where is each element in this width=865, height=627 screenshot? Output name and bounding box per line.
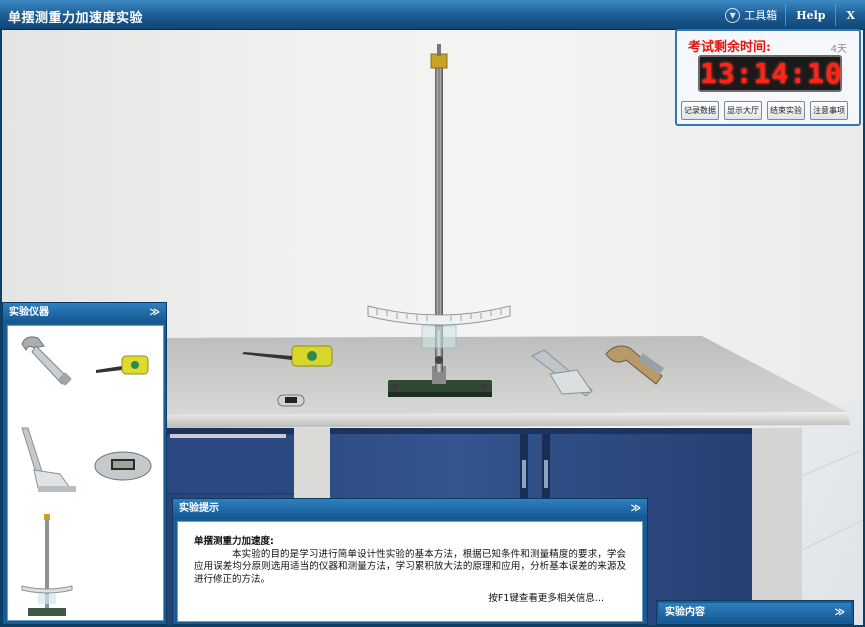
- instruments-list: [7, 325, 164, 621]
- notes-button[interactable]: 注意事项: [810, 101, 848, 120]
- hints-panel: 实验提示 ≫ 单摆测重力加速度: 本实验的目的是学习进行简单设计性实验的基本方法…: [172, 498, 648, 625]
- instruments-panel-header[interactable]: 实验仪器 ≫: [3, 303, 166, 323]
- pendulum-stand-icon[interactable]: [16, 512, 86, 618]
- content-panel-header[interactable]: 实验内容 ≫: [659, 603, 851, 623]
- tape-measure-icon[interactable]: [92, 346, 154, 386]
- divider: [785, 4, 787, 26]
- timer-days: 4天: [830, 44, 847, 55]
- instruments-panel: 实验仪器 ≫: [2, 302, 167, 625]
- content-panel-title: 实验内容: [665, 607, 705, 618]
- toolbox-button[interactable]: ▼ 工具箱: [717, 7, 785, 23]
- app-title: 单摆测重力加速度实验: [8, 11, 144, 26]
- expand-icon[interactable]: ≫: [835, 603, 845, 623]
- hints-panel-title: 实验提示: [179, 503, 219, 514]
- collapse-icon[interactable]: ≫: [150, 303, 160, 323]
- divider: [835, 4, 837, 26]
- hints-body: 单摆测重力加速度: 本实验的目的是学习进行简单设计性实验的基本方法，根据已知条件…: [177, 521, 643, 622]
- content-panel: 实验内容 ≫: [656, 600, 854, 625]
- collapse-icon[interactable]: ≫: [631, 499, 641, 519]
- exam-timer-panel: 考试剩余时间: 4天 13:14:10 记录数据 显示大厅 结束实验 注意事项: [675, 29, 861, 126]
- timer-label: 考试剩余时间:: [688, 40, 771, 55]
- show-lobby-button[interactable]: 显示大厅: [724, 101, 762, 120]
- hints-panel-header[interactable]: 实验提示 ≫: [173, 499, 647, 519]
- hint-heading: 单摆测重力加速度:: [194, 536, 274, 547]
- toolbox-label: 工具箱: [744, 9, 778, 22]
- hint-text: 本实验的目的是学习进行简单设计性实验的基本方法，根据已知条件和测量精度的要求，学…: [194, 548, 626, 585]
- help-button[interactable]: Help: [786, 9, 835, 22]
- record-data-button[interactable]: 记录数据: [681, 101, 719, 120]
- caliper-icon[interactable]: [16, 426, 78, 496]
- title-bar: 单摆测重力加速度实验 ▼ 工具箱 Help X: [0, 0, 865, 30]
- countdown-display: 13:14:10: [698, 55, 843, 92]
- instruments-panel-title: 实验仪器: [9, 307, 49, 318]
- stopwatch-icon[interactable]: [92, 446, 154, 486]
- title-bar-controls: ▼ 工具箱 Help X: [717, 0, 865, 30]
- chevron-down-icon: ▼: [725, 7, 741, 23]
- end-experiment-button[interactable]: 结束实验: [767, 101, 805, 120]
- timer-button-group: 记录数据 显示大厅 结束实验 注意事项: [681, 101, 848, 120]
- vernier-caliper-icon[interactable]: [14, 332, 76, 390]
- close-button[interactable]: X: [836, 9, 865, 22]
- hint-more-info: 按F1键查看更多相关信息...: [488, 592, 604, 604]
